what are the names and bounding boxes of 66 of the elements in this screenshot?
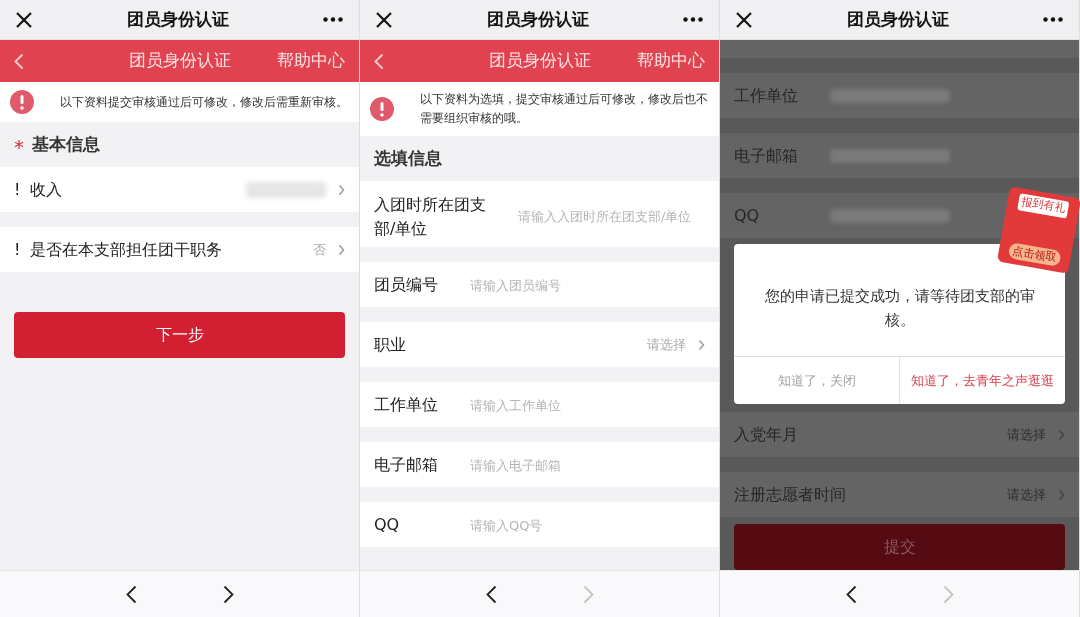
field-label: 电子邮箱 — [734, 144, 799, 167]
chevron-right-icon — [338, 183, 345, 196]
field-label: 注册志愿者时间 — [734, 483, 846, 506]
field-label: 入团时所在团支部/单位 — [374, 194, 487, 240]
window-title: 团员身份认证 — [846, 7, 949, 31]
section-title: 选填信息 — [374, 146, 442, 170]
select-row[interactable]: ! 是否在本支部担任团干职务 否 — [0, 227, 359, 272]
more-icon[interactable] — [1043, 17, 1063, 22]
input-field[interactable]: 请输入QQ号 — [470, 516, 705, 536]
close-icon[interactable] — [376, 11, 392, 28]
visit-button[interactable]: 知道了，去青年之声逛逛 — [899, 357, 1065, 404]
close-icon[interactable] — [736, 11, 752, 28]
form-row[interactable]: 电子邮箱 请输入电子邮箱 — [360, 442, 719, 487]
field-label: QQ — [374, 513, 401, 536]
submit-button[interactable]: 下一步 — [14, 312, 345, 358]
required-mark: ! — [14, 238, 21, 261]
required-mark: ! — [14, 178, 21, 201]
field-label: 工作单位 — [374, 393, 439, 416]
window-title: 团员身份认证 — [486, 7, 589, 31]
notice-text: 以下资料提交审核通过后可修改，修改后需重新审核。 — [59, 93, 348, 111]
field-label: 入党年月 — [734, 423, 798, 446]
select-row[interactable]: ! 收入 — [0, 167, 359, 212]
form-row[interactable]: 入团时所在团支部/单位 请输入入团时所在团支部/单位 — [360, 181, 719, 247]
badge-action: 点击领取 — [1007, 241, 1062, 267]
chevron-right-icon — [698, 338, 705, 351]
input-field[interactable]: 请输入电子邮箱 — [470, 456, 705, 476]
select-value: 请选择 — [647, 335, 686, 354]
chevron-right-icon — [1058, 428, 1065, 441]
form-row[interactable]: 团员编号 请输入团员编号 — [360, 262, 719, 307]
page-title: 团员身份认证 — [488, 49, 591, 73]
required-asterisk: * — [14, 133, 24, 161]
help-center-link[interactable]: 帮助中心 — [277, 48, 345, 74]
window-title: 团员身份认证 — [126, 7, 229, 31]
input-field[interactable]: 请输入团员编号 — [470, 276, 705, 296]
back-chevron-icon[interactable] — [125, 584, 137, 604]
select-value: 否 — [313, 240, 326, 259]
form-row[interactable]: QQ 请输入QQ号 — [360, 502, 719, 547]
field-label: 职业 — [374, 333, 406, 356]
section-title: 基本信息 — [32, 132, 100, 156]
alert-icon — [10, 90, 34, 114]
back-chevron-icon[interactable] — [845, 584, 857, 604]
field-label: 工作单位 — [734, 84, 799, 107]
form-row[interactable]: 工作单位 请输入工作单位 — [360, 382, 719, 427]
input-field[interactable]: 请输入入团时所在团支部/单位 — [518, 207, 705, 227]
select-row[interactable]: 职业 请选择 — [360, 322, 719, 367]
chevron-right-icon — [1058, 488, 1065, 501]
field-label: 是否在本支部担任团干职务 — [30, 238, 223, 261]
input-field[interactable]: 请输入工作单位 — [470, 396, 705, 416]
forward-chevron-icon[interactable] — [222, 584, 234, 604]
more-icon[interactable] — [323, 17, 343, 22]
field-label: QQ — [734, 204, 761, 227]
field-label: 收入 — [30, 178, 63, 201]
page-title: 团员身份认证 — [128, 49, 231, 73]
alert-icon — [370, 97, 394, 121]
dialog-message: 您的申请已提交成功，请等待团支部的审核。 — [763, 286, 1036, 331]
close-icon[interactable] — [16, 11, 32, 28]
field-label: 团员编号 — [374, 273, 439, 296]
notice-text: 以下资料为选填，提交审核通过后可修改，修改后也不需要组织审核的哦。 — [419, 91, 709, 127]
close-button[interactable]: 知道了，关闭 — [734, 357, 899, 404]
help-center-link[interactable]: 帮助中心 — [637, 48, 705, 74]
badge-title: 报到有礼 — [1017, 193, 1070, 219]
field-label: 电子邮箱 — [374, 453, 439, 476]
chevron-right-icon — [338, 243, 345, 256]
promo-badge[interactable]: 报到有礼 点击领取 — [996, 186, 1080, 274]
back-chevron-icon[interactable] — [485, 584, 497, 604]
more-icon[interactable] — [683, 17, 703, 22]
